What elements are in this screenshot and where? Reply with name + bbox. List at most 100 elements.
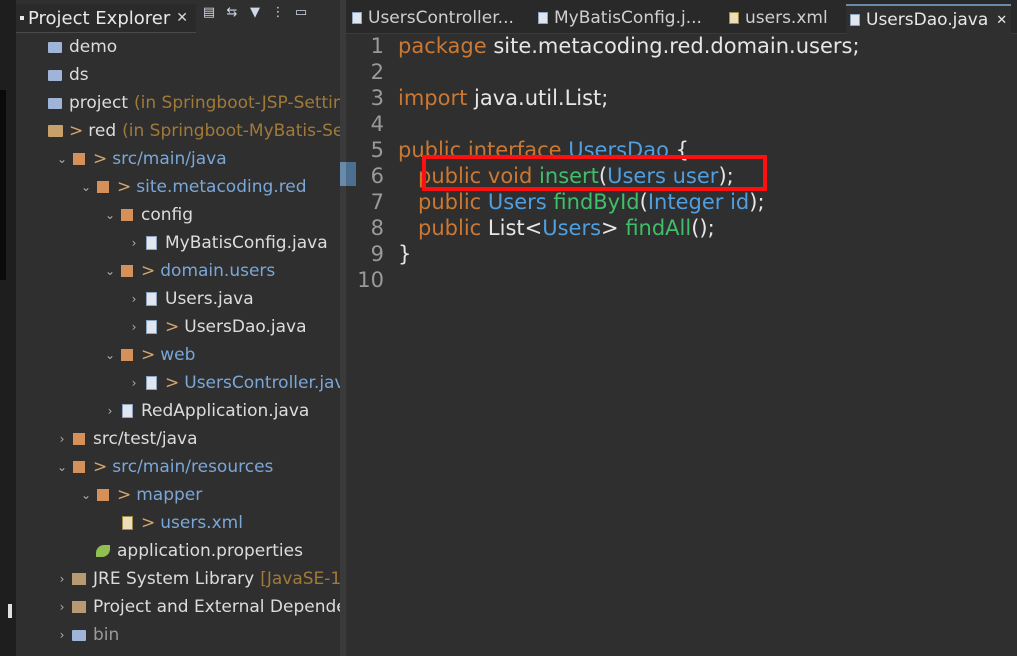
tree-item[interactable]: › > UsersController.java [126, 369, 355, 397]
tree-item-label: JRE System Library [93, 569, 255, 589]
tree-item[interactable]: ⌄ > site.metacoding.red [78, 173, 307, 201]
close-icon[interactable]: ✕ [176, 10, 188, 26]
tree-item-label: users.xml [160, 513, 243, 533]
java-file-icon [850, 14, 860, 26]
tree-item[interactable]: demo [30, 33, 117, 61]
java-file-icon [142, 375, 160, 391]
tree-item[interactable]: project (in Springboot-JSP-Setting) [30, 89, 361, 117]
tree-item[interactable]: › RedApplication.java [102, 397, 310, 425]
tree-item-label: Users.java [165, 289, 254, 309]
code-token: java.util.List; [467, 86, 609, 110]
java-file-icon [142, 319, 160, 335]
tree-item[interactable]: › bin [54, 621, 120, 649]
code-line[interactable]: 8 public List< Users > findAll (); [346, 215, 715, 241]
code-token: ); [749, 190, 765, 214]
code-line[interactable]: 9} [346, 241, 412, 267]
code-line[interactable]: 10 [346, 267, 398, 293]
tree-item[interactable]: application.properties [78, 537, 303, 565]
code-line[interactable]: 1 package site.metacoding.red.domain.user… [346, 33, 860, 59]
folder-icon [46, 67, 64, 83]
tree-item-label: ds [69, 65, 89, 85]
code-token: > [601, 216, 626, 240]
chevron-right-icon[interactable]: › [54, 572, 70, 586]
tree-item[interactable]: ⌄ > web [102, 341, 195, 369]
tree-item-label: application.properties [117, 541, 303, 561]
editor-tab[interactable]: users.xml [729, 4, 828, 32]
editor-tab[interactable]: MyBatisConfig.j... [538, 4, 702, 32]
modified-marker: > [165, 373, 180, 393]
window-left-edge [0, 0, 16, 656]
java-file-icon [142, 235, 160, 251]
line-number: 8 [370, 216, 384, 240]
filter-icon[interactable]: ▼ [247, 4, 263, 20]
chevron-down-icon[interactable]: ⌄ [54, 152, 70, 166]
package-icon [118, 347, 136, 363]
tree-item[interactable]: › Project and External Dependenci [54, 593, 372, 621]
line-number: 9 [370, 242, 384, 266]
chevron-right-icon[interactable]: › [126, 292, 142, 306]
explorer-tab-bar: Project Explorer ✕ ▤ ⇆ ▼ ⋮ ▭ [16, 0, 340, 33]
tree-item[interactable]: > users.xml [102, 509, 243, 537]
tree-item[interactable]: › src/test/java [54, 425, 198, 453]
tree-item-label: config [141, 205, 194, 225]
modified-marker: > [93, 457, 108, 477]
tree-item[interactable]: ⌄ config [102, 201, 193, 229]
chevron-right-icon[interactable]: › [54, 432, 70, 446]
chevron-down-icon[interactable]: ⌄ [54, 460, 70, 474]
project-icon [46, 123, 64, 139]
code-token: site.metacoding.red.domain.users; [486, 34, 860, 58]
tree-item[interactable]: › > UsersDao.java [126, 313, 307, 341]
chevron-right-icon[interactable]: › [54, 628, 70, 642]
tree-item[interactable]: ⌄ > mapper [78, 481, 202, 509]
code-token: findAll [625, 216, 692, 240]
tree-item[interactable]: ⌄ > src/main/java [54, 145, 227, 173]
line-number: 1 [370, 34, 384, 58]
editor-tab[interactable]: UsersDao.java ✕ [846, 4, 1012, 34]
code-token: List< [487, 216, 543, 240]
chevron-right-icon[interactable]: › [54, 600, 70, 614]
tree-item[interactable]: ⌄ > src/main/resources [54, 453, 273, 481]
code-line[interactable]: 7 public Users findById(Integer id); [346, 189, 765, 215]
minimize-icon[interactable]: ▭ [293, 4, 309, 20]
tree-item[interactable]: > red (in Springboot-MyBatis-Settin [30, 117, 372, 145]
left-edge-strip [0, 90, 6, 280]
editor-tab-label: UsersDao.java [866, 10, 989, 30]
tree-item[interactable]: ⌄ > domain.users [102, 257, 275, 285]
tree-item-label: domain.users [160, 261, 276, 281]
chevron-right-icon[interactable]: › [102, 404, 118, 418]
chevron-down-icon[interactable]: ⌄ [102, 208, 118, 222]
explorer-toolbar: ▤ ⇆ ▼ ⋮ ▭ [201, 4, 309, 20]
tree-item-label: red [88, 121, 117, 141]
collapse-all-icon[interactable]: ▤ [201, 4, 217, 20]
tree-item[interactable]: › MyBatisConfig.java [126, 229, 328, 257]
chevron-down-icon[interactable]: ⌄ [102, 264, 118, 278]
tree-item-label: UsersDao.java [184, 317, 307, 337]
view-menu-icon[interactable]: ⋮ [270, 4, 286, 20]
line-number: 3 [370, 86, 384, 110]
modified-marker: > [117, 485, 132, 505]
code-line[interactable]: 3 import java.util.List; [346, 85, 609, 111]
tree-item[interactable]: ds [30, 61, 89, 89]
link-editor-icon[interactable]: ⇆ [224, 4, 240, 20]
chevron-right-icon[interactable]: › [126, 376, 142, 390]
project-explorer-tab[interactable]: Project Explorer ✕ [16, 4, 196, 33]
editor-tab-bar: UsersController... MyBatisConfig.j... user… [346, 0, 1017, 34]
editor-tab[interactable]: UsersController... [352, 4, 514, 32]
chevron-down-icon[interactable]: ⌄ [78, 488, 94, 502]
line-number: 2 [370, 60, 384, 84]
chevron-right-icon[interactable]: › [126, 236, 142, 250]
tree-item-label: src/test/java [93, 429, 198, 449]
code-line[interactable]: 2 [346, 59, 398, 85]
chevron-right-icon[interactable]: › [126, 320, 142, 334]
chevron-down-icon[interactable]: ⌄ [102, 348, 118, 362]
tree-item-label: MyBatisConfig.java [165, 233, 328, 253]
library-icon [70, 571, 88, 587]
code-token: (); [691, 216, 715, 240]
tree-item[interactable]: › JRE System Library [JavaSE-11] [54, 565, 359, 593]
code-line[interactable]: 4 [346, 111, 398, 137]
close-icon[interactable]: ✕ [996, 13, 1007, 28]
editor-tab-label: MyBatisConfig.j... [554, 8, 702, 28]
tree-item[interactable]: › Users.java [126, 285, 254, 313]
chevron-down-icon[interactable]: ⌄ [78, 180, 94, 194]
